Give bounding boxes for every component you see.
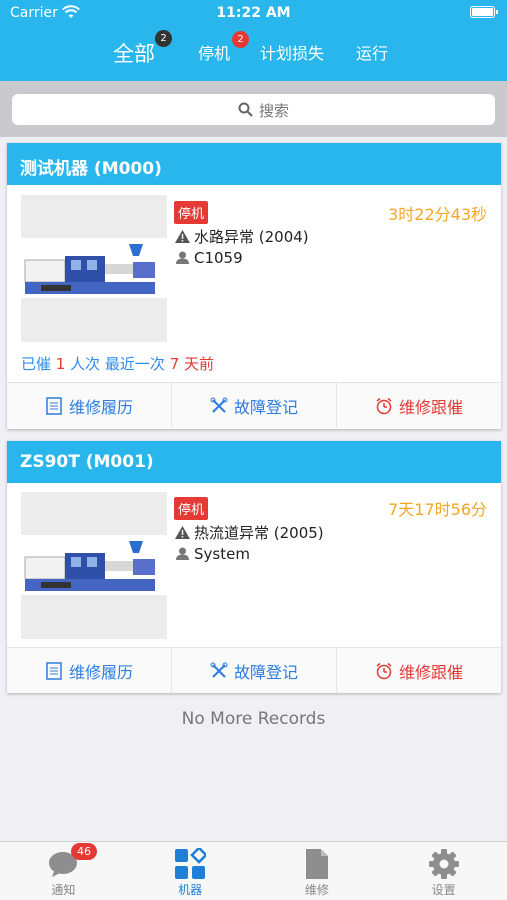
machine-title: 测试机器 (M000) [7, 143, 501, 185]
search-input[interactable]: 搜索 [12, 94, 495, 125]
document-icon [305, 849, 328, 879]
tab-all[interactable]: 全部 2 [113, 30, 172, 68]
grid-icon [175, 848, 207, 879]
user-icon [176, 547, 189, 560]
tabbar-item-settings[interactable]: 设置 [380, 842, 507, 900]
tab-running-label: 运行 [356, 44, 389, 63]
alarm-text: 热流道异常 (2005) [194, 524, 324, 542]
stop-duration: 7天17时56分 [388, 500, 487, 519]
tabbar-label: 设置 [431, 883, 456, 897]
alarm-clock-icon [376, 662, 392, 679]
urge-suffix: 天前 [184, 355, 215, 373]
alarm-row: 水路异常 (2004) [175, 226, 309, 247]
gear-icon [428, 849, 459, 879]
clock: 11:22 AM [216, 5, 291, 21]
bottom-tab-bar: 46 通知 机器 维修 设置 [0, 841, 507, 900]
search-icon [238, 102, 253, 117]
tabbar-item-repair[interactable]: 维修 [254, 842, 381, 900]
tab-running[interactable]: 运行 [356, 40, 388, 64]
tab-planned-loss-label: 计划损失 [260, 44, 325, 63]
tools-icon [210, 397, 228, 413]
user-row: System [175, 545, 250, 563]
repair-history-label: 维修履历 [68, 662, 133, 682]
tabbar-label: 机器 [178, 883, 203, 897]
alarm-text: 水路异常 (2004) [194, 228, 309, 246]
notification-badge: 46 [71, 843, 97, 860]
injection-machine-image [24, 244, 155, 294]
urge-mid: 人次 最近一次 [70, 355, 165, 373]
machine-image [21, 195, 167, 342]
tab-planned-loss[interactable]: 计划损失 [260, 40, 324, 64]
urge-days: 7 [169, 355, 180, 373]
tab-all-label: 全部 [113, 42, 155, 66]
battery-icon [470, 6, 498, 18]
urge-info: 已催 1 人次 最近一次 7 天前 [21, 353, 214, 374]
card-actions: 维修履历 故障登记 维修跟催 [7, 382, 501, 428]
card-actions: 维修履历 故障登记 维修跟催 [7, 647, 501, 693]
repair-urge-label: 维修跟催 [398, 662, 463, 682]
repair-history-button[interactable]: 维修履历 [7, 648, 172, 693]
user-row: C1059 [175, 249, 243, 267]
search-placeholder: 搜索 [259, 102, 290, 120]
status-bar: Carrier 11:22 AM [0, 0, 507, 26]
stop-duration: 3时22分43秒 [388, 205, 487, 224]
warning-icon [175, 526, 190, 539]
no-more-records: No More Records [181, 709, 326, 729]
tab-stopped-badge: 2 [232, 31, 249, 48]
repair-urge-button[interactable]: 维修跟催 [337, 383, 501, 428]
tabbar-label: 维修 [304, 883, 329, 897]
tab-stopped[interactable]: 停机 2 [198, 31, 249, 64]
urge-count: 1 [55, 355, 66, 373]
repair-urge-label: 维修跟催 [398, 397, 463, 417]
fault-register-button[interactable]: 故障登记 [172, 383, 337, 428]
repair-urge-button[interactable]: 维修跟催 [337, 648, 501, 693]
list-icon [46, 396, 62, 415]
tabbar-label: 通知 [51, 883, 76, 897]
machine-card[interactable]: ZS90T (M001) 停机 7天17时56分 热流道异常 (2005) Sy… [7, 441, 501, 693]
machine-card[interactable]: 测试机器 (M000) 停机 3时22分43秒 水路异常 (2004) C105… [7, 143, 501, 429]
injection-machine-image [24, 541, 155, 591]
alarm-row: 热流道异常 (2005) [175, 522, 324, 543]
user-text: C1059 [194, 249, 243, 267]
urge-prefix: 已催 [21, 355, 52, 373]
warning-icon [175, 230, 190, 243]
status-badge: 停机 [174, 201, 209, 224]
tabbar-item-notifications[interactable]: 46 通知 [0, 842, 127, 900]
machine-image [21, 492, 167, 639]
repair-history-button[interactable]: 维修履历 [7, 383, 172, 428]
search-bar: 搜索 [0, 81, 507, 137]
user-icon [176, 251, 189, 264]
user-text: System [194, 545, 250, 563]
repair-history-label: 维修履历 [68, 397, 133, 417]
fault-register-button[interactable]: 故障登记 [172, 648, 337, 693]
tab-stopped-label: 停机 [198, 44, 231, 63]
fault-register-label: 故障登记 [233, 662, 298, 682]
fault-register-label: 故障登记 [233, 397, 298, 417]
top-header: Carrier 11:22 AM 全部 2 停机 2 计划损失 运行 [0, 0, 507, 81]
machine-title: ZS90T (M001) [7, 441, 501, 483]
tab-all-badge: 2 [155, 30, 172, 47]
alarm-clock-icon [376, 397, 392, 414]
list-icon [46, 661, 62, 680]
status-badge: 停机 [174, 497, 209, 520]
tools-icon [210, 662, 228, 678]
tabbar-item-machines[interactable]: 机器 [127, 842, 254, 900]
